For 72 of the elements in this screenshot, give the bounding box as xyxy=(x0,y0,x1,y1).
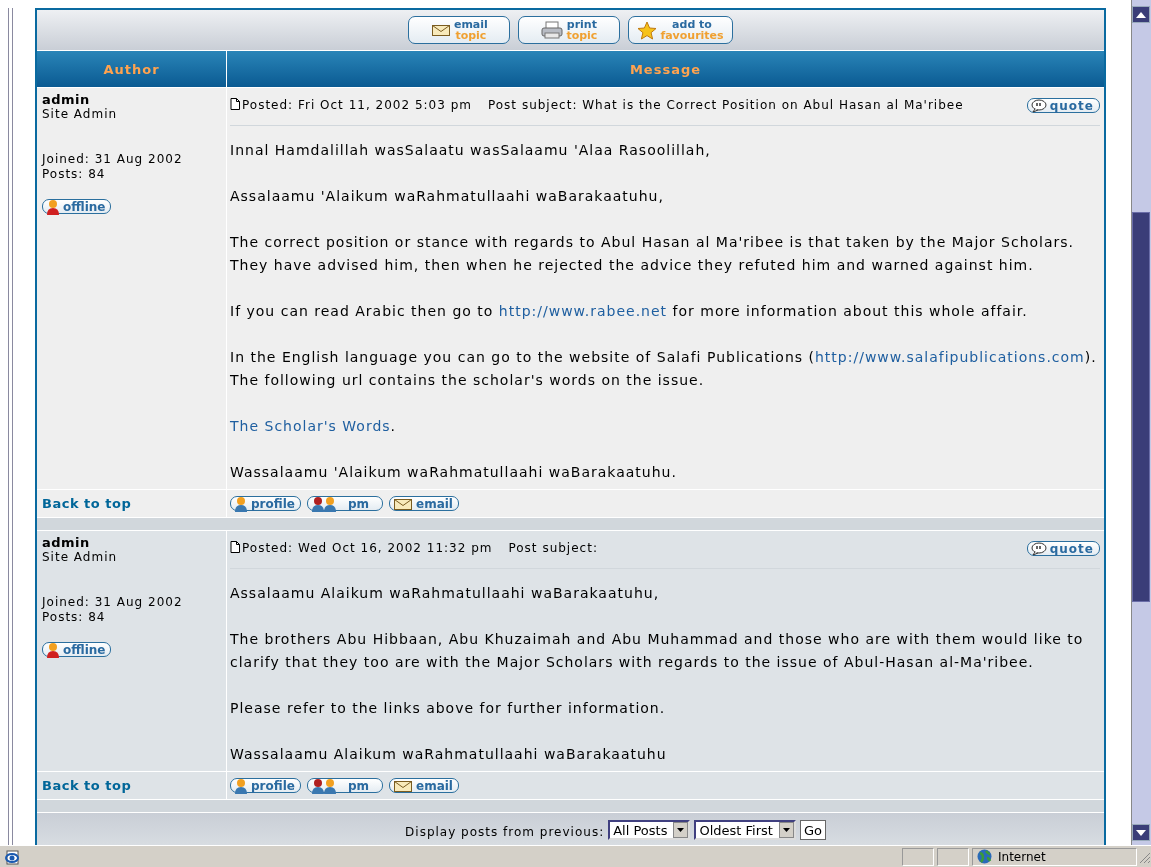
author-rank: Site Admin xyxy=(42,107,118,122)
status-panel xyxy=(902,847,934,866)
profile-button[interactable]: profile xyxy=(230,778,301,793)
user-icon xyxy=(234,495,248,512)
link[interactable]: http://www.salafipublications.com xyxy=(815,349,1085,365)
up-arrow-icon xyxy=(1136,11,1146,18)
print-topic-button[interactable]: print topic xyxy=(518,16,621,44)
email-button[interactable]: email xyxy=(389,496,459,511)
security-zone: Internet xyxy=(998,849,1046,864)
post-paragraph: The brothers Abu Hibbaan, Abu Khuzaimah and Abu Muhammad and those who are with them would like to clarify that they too are with the Major Scholars with regards to the issue of Abul-Hasan al-Ma'ribee. xyxy=(230,630,1085,672)
dropdown[interactable]: Oldest First xyxy=(694,820,796,840)
post-date: Posted: Wed Oct 16, 2002 11:32 pm xyxy=(242,541,493,555)
status-button[interactable]: offline xyxy=(42,199,112,214)
display-label: Display posts from previous: xyxy=(405,825,605,839)
author-rank: Site Admin xyxy=(42,550,118,565)
column-header: Author xyxy=(103,61,160,77)
dropdown[interactable]: All Posts xyxy=(608,820,691,840)
page-icon xyxy=(230,98,240,110)
profile-button[interactable]: profile xyxy=(230,496,301,511)
caret-icon xyxy=(677,828,685,832)
user-icon xyxy=(46,641,60,658)
envelope-icon xyxy=(430,23,451,37)
scroll-up-button[interactable] xyxy=(1132,6,1150,23)
go-button[interactable]: Go xyxy=(799,820,826,840)
post-paragraph: Please refer to the links above for further information. xyxy=(230,699,667,718)
globe-icon xyxy=(977,849,992,864)
pm-button[interactable]: pm xyxy=(306,778,383,793)
down-arrow-icon xyxy=(1136,829,1146,836)
email-topic-button[interactable]: email topic xyxy=(408,16,511,44)
speech-bubble-icon xyxy=(1030,541,1047,556)
link[interactable]: http://www.rabee.net xyxy=(498,303,668,319)
star-icon xyxy=(637,20,658,40)
quote-button[interactable]: quote xyxy=(1026,98,1100,113)
post-paragraph: Wassalaamu Alaikum waRahmatullaahi waBarakaatuhu xyxy=(230,745,668,764)
post-count: Posts: 84 xyxy=(42,167,106,182)
pm-button[interactable]: pm xyxy=(306,496,383,511)
post-paragraph: The correct position or stance with regards to Abul Hasan al Ma'ribee is that taken by the Major Scholars. They have advised him, then when he rejected the advice they refuted him and warned against him. xyxy=(230,233,1076,275)
join-date: Joined: 31 Aug 2002 xyxy=(42,595,183,610)
post-paragraph: In the English language you can go to the website of Salafi Publications (http://www.salafipublications.com). The following url contains the scholar's words on the issue. xyxy=(230,348,1098,390)
user-icon xyxy=(46,198,60,215)
caret-icon xyxy=(782,828,790,832)
column-header: Message xyxy=(629,61,702,77)
post-paragraph: Innal Hamdalillah wasSalaatu wasSalaamu 'Alaa Rasoolillah, xyxy=(230,141,712,160)
post-count: Posts: 84 xyxy=(42,610,106,625)
join-date: Joined: 31 Aug 2002 xyxy=(42,152,183,167)
author-name: admin xyxy=(42,92,90,107)
page-icon xyxy=(230,541,240,553)
post-paragraph: Assalaamu Alaikum waRahmatullaahi waBarakaatuhu, xyxy=(230,584,661,603)
quote-button[interactable]: quote xyxy=(1026,541,1100,556)
post-date: Posted: Fri Oct 11, 2002 5:03 pm xyxy=(242,98,472,112)
post-paragraph: The Scholar's Words. xyxy=(230,417,398,436)
users-icon xyxy=(310,777,337,794)
envelope-icon xyxy=(393,496,413,511)
status-panel xyxy=(937,847,969,866)
post-paragraph: Assalaamu 'Alaikum waRahmatullaahi waBarakaatuhu, xyxy=(230,187,665,206)
author-name: admin xyxy=(42,535,90,550)
post-subject: Post subject: xyxy=(508,541,599,555)
printer-icon xyxy=(541,21,564,39)
email-button[interactable]: email xyxy=(389,778,459,793)
status-button[interactable]: offline xyxy=(42,642,112,657)
scroll-down-button[interactable] xyxy=(1132,824,1150,841)
post-subject: Post subject: What is the Correct Position on Abul Hasan al Ma'ribee xyxy=(487,98,965,112)
post-paragraph: If you can read Arabic then go to http://www.rabee.net for more information about this whole affair. xyxy=(230,302,1029,321)
users-icon xyxy=(310,495,337,512)
link[interactable]: The Scholar's Words xyxy=(230,418,391,434)
scrollbar[interactable] xyxy=(1131,0,1151,845)
speech-bubble-icon xyxy=(1030,98,1047,113)
envelope-icon xyxy=(393,778,413,793)
favourite-topic-button[interactable]: add to favourites xyxy=(628,16,733,44)
user-icon xyxy=(234,777,248,794)
post-paragraph: Wassalaamu 'Alaikum waRahmatullaahi waBarakaatuhu. xyxy=(230,463,678,482)
scrollbar-thumb[interactable] xyxy=(1132,212,1150,602)
